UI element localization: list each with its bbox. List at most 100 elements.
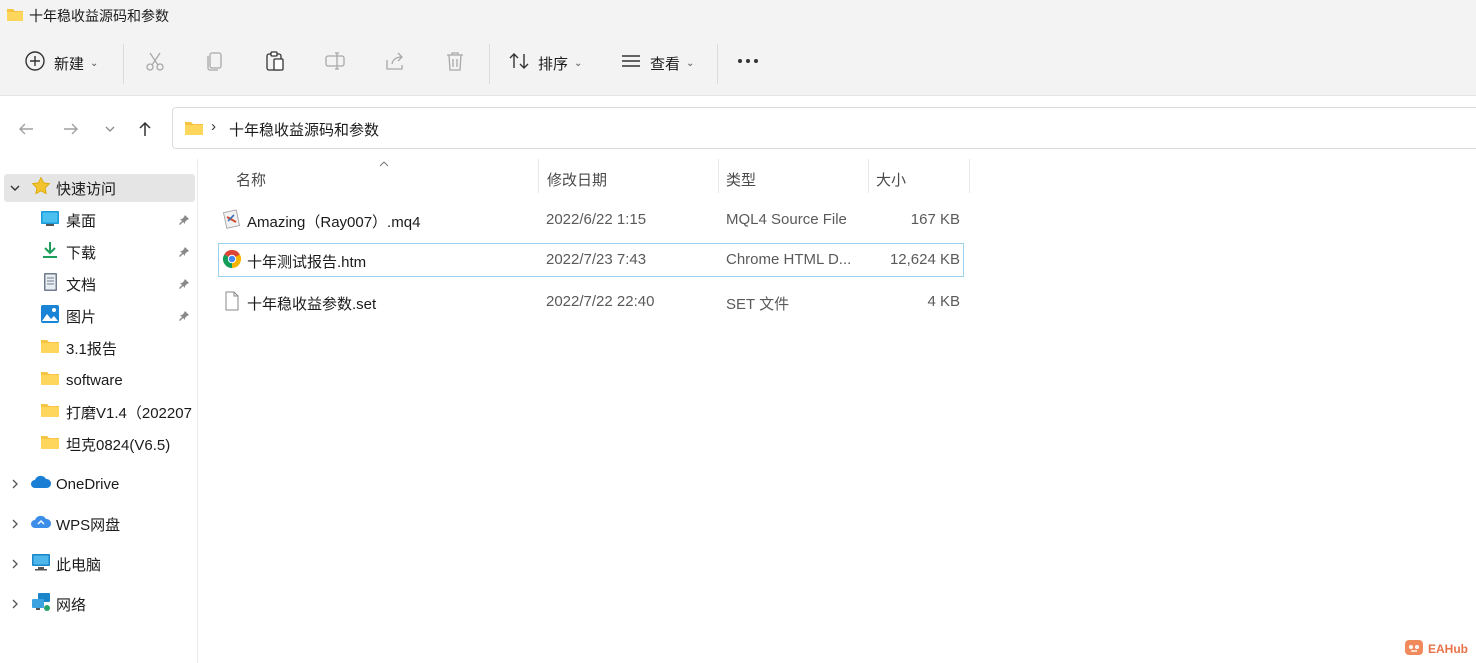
chevron-down-icon xyxy=(105,126,115,132)
sidebar-item-this-pc[interactable]: 此电脑 xyxy=(8,550,101,578)
rename-icon xyxy=(324,50,346,76)
plus-circle-icon xyxy=(24,50,46,76)
file-modified: 2022/7/23 7:43 xyxy=(546,251,647,268)
column-header-label: 大小 xyxy=(876,172,907,189)
desktop-icon xyxy=(40,209,60,231)
cut-button[interactable] xyxy=(144,48,166,78)
sidebar-item-folder[interactable]: software xyxy=(40,366,123,394)
download-icon xyxy=(40,240,60,264)
recent-locations-button[interactable] xyxy=(97,116,123,142)
sort-label: 排序 xyxy=(538,55,569,73)
chevron-down-icon xyxy=(10,185,20,191)
sidebar-item-label: 文档 xyxy=(66,276,97,294)
watermark: EAHub xyxy=(1404,638,1468,660)
file-name: 十年稳收益参数.set xyxy=(247,296,377,313)
table-row[interactable]: 十年测试报告.htm 2022/7/23 7:43 Chrome HTML D.… xyxy=(218,243,964,277)
column-header-type[interactable]: 类型 xyxy=(719,159,869,203)
sidebar-item-folder[interactable]: 3.1报告 xyxy=(40,334,117,362)
file-type: MQL4 Source File xyxy=(726,211,847,228)
file-size: 12,624 KB xyxy=(889,251,960,268)
sidebar-item-network[interactable]: 网络 xyxy=(8,590,86,618)
sidebar-item-label: 下载 xyxy=(66,244,97,262)
column-header-name[interactable]: 名称 xyxy=(218,159,538,203)
sidebar-item-label: 桌面 xyxy=(66,212,97,230)
sidebar-item-label: OneDrive xyxy=(56,475,120,493)
sidebar-item-folder[interactable]: 坦克0824(V6.5) xyxy=(40,430,170,458)
column-header-label: 名称 xyxy=(236,172,267,189)
sidebar-item-folder[interactable]: 打磨V1.4（202207 xyxy=(40,398,197,426)
pin-icon[interactable] xyxy=(178,278,190,290)
file-list: 名称 修改日期 类型 大小 Amazing（Ray007）.mq4 2022/6… xyxy=(199,159,1476,663)
breadcrumb-separator-icon: › xyxy=(211,118,216,135)
delete-button[interactable] xyxy=(444,48,466,78)
sidebar-item-label: software xyxy=(66,371,123,389)
chevron-right-icon xyxy=(12,599,18,609)
navigation-bar: › 十年稳收益源码和参数 xyxy=(0,97,1476,159)
file-name: Amazing（Ray007）.mq4 xyxy=(247,214,421,231)
trash-icon xyxy=(444,50,466,76)
title-bar: 十年稳收益源码和参数 xyxy=(0,0,1476,30)
copy-button[interactable] xyxy=(204,48,226,78)
copy-icon xyxy=(204,50,226,76)
chevron-down-icon: ⌄ xyxy=(90,57,99,69)
sidebar-item-label: 打磨V1.4（202207 xyxy=(66,404,192,422)
scissors-icon xyxy=(144,50,166,76)
more-options-button[interactable] xyxy=(736,48,760,78)
view-button[interactable]: 查看 ⌄ xyxy=(620,48,694,78)
blank-file-icon xyxy=(222,291,242,315)
pin-icon[interactable] xyxy=(178,310,190,322)
sidebar-item-wps-drive[interactable]: WPS网盘 xyxy=(8,510,120,538)
column-header-date[interactable]: 修改日期 xyxy=(539,159,719,203)
column-divider[interactable] xyxy=(969,159,970,193)
file-name: 十年测试报告.htm xyxy=(247,254,367,271)
sidebar-item-label: 此电脑 xyxy=(56,556,102,574)
pin-icon[interactable] xyxy=(178,246,190,258)
sidebar-item-documents[interactable]: 文档 xyxy=(40,270,96,298)
sidebar-item-onedrive[interactable]: OneDrive xyxy=(8,470,119,498)
address-bar[interactable]: › 十年稳收益源码和参数 xyxy=(172,107,1476,149)
quick-access-label: 快速访问 xyxy=(56,180,117,198)
arrow-left-icon xyxy=(19,123,33,135)
network-icon xyxy=(30,592,52,616)
file-type: Chrome HTML D... xyxy=(726,251,852,268)
sidebar-item-downloads[interactable]: 下载 xyxy=(40,238,96,266)
back-button[interactable] xyxy=(13,116,39,142)
sidebar-item-label: 3.1报告 xyxy=(66,340,117,358)
share-button[interactable] xyxy=(384,48,406,78)
sidebar-item-pictures[interactable]: 图片 xyxy=(40,302,96,330)
folder-icon xyxy=(184,120,204,140)
new-button[interactable]: 新建 ⌄ xyxy=(24,48,98,78)
view-label: 查看 xyxy=(650,55,681,73)
folder-icon xyxy=(40,434,60,454)
rename-button[interactable] xyxy=(324,48,346,78)
folder-icon xyxy=(40,370,60,390)
divider xyxy=(123,44,124,84)
mql4-file-icon xyxy=(222,209,242,233)
table-row[interactable]: Amazing（Ray007）.mq4 2022/6/22 1:15 MQL4 … xyxy=(218,203,964,237)
divider xyxy=(717,44,718,84)
watermark-text: EAHub xyxy=(1428,642,1468,656)
quick-access-node[interactable]: 快速访问 xyxy=(8,174,116,202)
list-view-icon xyxy=(620,50,642,76)
sort-arrows-icon xyxy=(508,50,530,76)
divider xyxy=(489,44,490,84)
sort-button[interactable]: 排序 ⌄ xyxy=(508,48,582,78)
navigation-pane: 快速访问 桌面 下载 文档 图片 3.1报告 software 打磨V1.4（2… xyxy=(0,159,198,663)
up-button[interactable] xyxy=(132,116,158,142)
command-bar: 新建 ⌄ 排序 ⌄ 查看 ⌄ xyxy=(0,30,1476,96)
forward-button[interactable] xyxy=(58,116,84,142)
breadcrumb-current-folder[interactable]: 十年稳收益源码和参数 xyxy=(229,119,379,140)
paste-button[interactable] xyxy=(264,48,286,78)
column-header-size[interactable]: 大小 xyxy=(869,159,969,203)
wps-cloud-icon xyxy=(30,514,52,534)
sidebar-item-desktop[interactable]: 桌面 xyxy=(40,206,96,234)
folder-icon xyxy=(6,7,24,26)
table-row[interactable]: 十年稳收益参数.set 2022/7/22 22:40 SET 文件 4 KB xyxy=(218,285,964,319)
file-size: 4 KB xyxy=(927,293,960,310)
chevron-right-icon xyxy=(12,479,18,489)
clipboard-icon xyxy=(264,50,286,76)
more-icon xyxy=(736,50,760,76)
eahub-logo-icon xyxy=(1404,638,1424,660)
pin-icon[interactable] xyxy=(178,214,190,226)
chrome-icon xyxy=(222,249,242,273)
